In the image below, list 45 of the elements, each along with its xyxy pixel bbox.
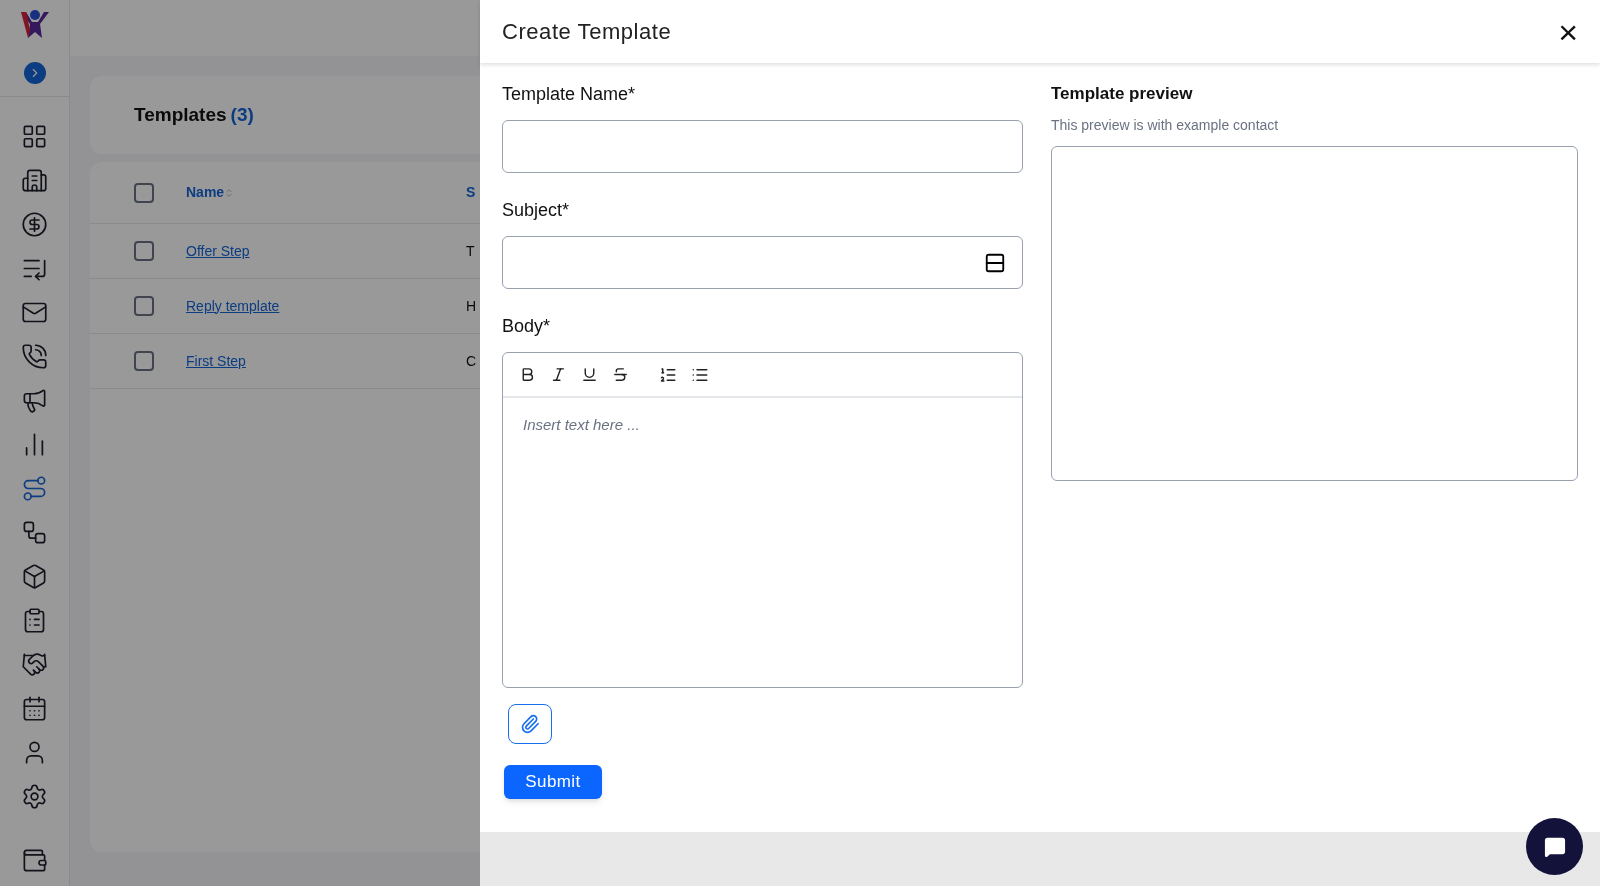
template-link[interactable]: First Step [186,350,434,372]
italic-icon[interactable] [550,366,567,383]
template-link[interactable]: Offer Step [186,240,434,262]
table-cell-text: T [466,241,475,261]
preview-title: Template preview [1051,83,1194,105]
settings-icon[interactable] [21,783,48,810]
building-icon[interactable] [21,167,48,194]
page-title: Templates [134,102,227,127]
template-link[interactable]: Reply template [186,295,434,317]
attach-button[interactable] [508,704,552,744]
workflow-icon[interactable] [21,519,48,546]
template-count: (3) [230,102,254,127]
paperclip-icon [520,714,540,734]
wallet-icon[interactable] [21,847,48,874]
column-header[interactable]: S [466,182,476,203]
ordered-list-icon[interactable] [659,365,677,384]
route-icon[interactable] [21,475,48,502]
input-field[interactable] [502,120,1023,173]
field-label: Body* [502,315,552,338]
chat-icon [1543,835,1566,858]
select-all-checkbox[interactable] [134,182,154,203]
grid-icon[interactable] [21,123,48,150]
preview-subtitle: This preview is with example contact [1051,115,1280,135]
variables-icon[interactable] [984,251,1006,274]
phone-icon[interactable] [21,343,48,370]
subject-field[interactable] [502,236,1023,289]
calendar-icon[interactable] [21,695,48,722]
expand-button[interactable] [23,62,46,84]
cube-icon[interactable] [21,563,48,590]
field-label: Subject* [502,199,571,222]
drawer-title: Create Template [502,18,672,46]
table-cell-text: H [466,296,477,316]
underline-icon[interactable] [581,366,598,383]
submit-button[interactable]: Submit [504,765,602,799]
strikethrough-icon[interactable] [612,366,629,383]
row-checkbox[interactable] [134,241,154,261]
close-button[interactable]: × [1558,14,1578,49]
row-checkbox[interactable] [134,296,154,316]
megaphone-icon[interactable] [21,387,48,414]
field-label: Template Name* [502,83,637,106]
table-cell-text: C [466,351,477,371]
row-checkbox[interactable] [134,351,154,371]
handshake-icon[interactable] [21,651,48,678]
dollar-icon[interactable] [21,211,48,238]
column-header[interactable]: Name [186,182,434,203]
